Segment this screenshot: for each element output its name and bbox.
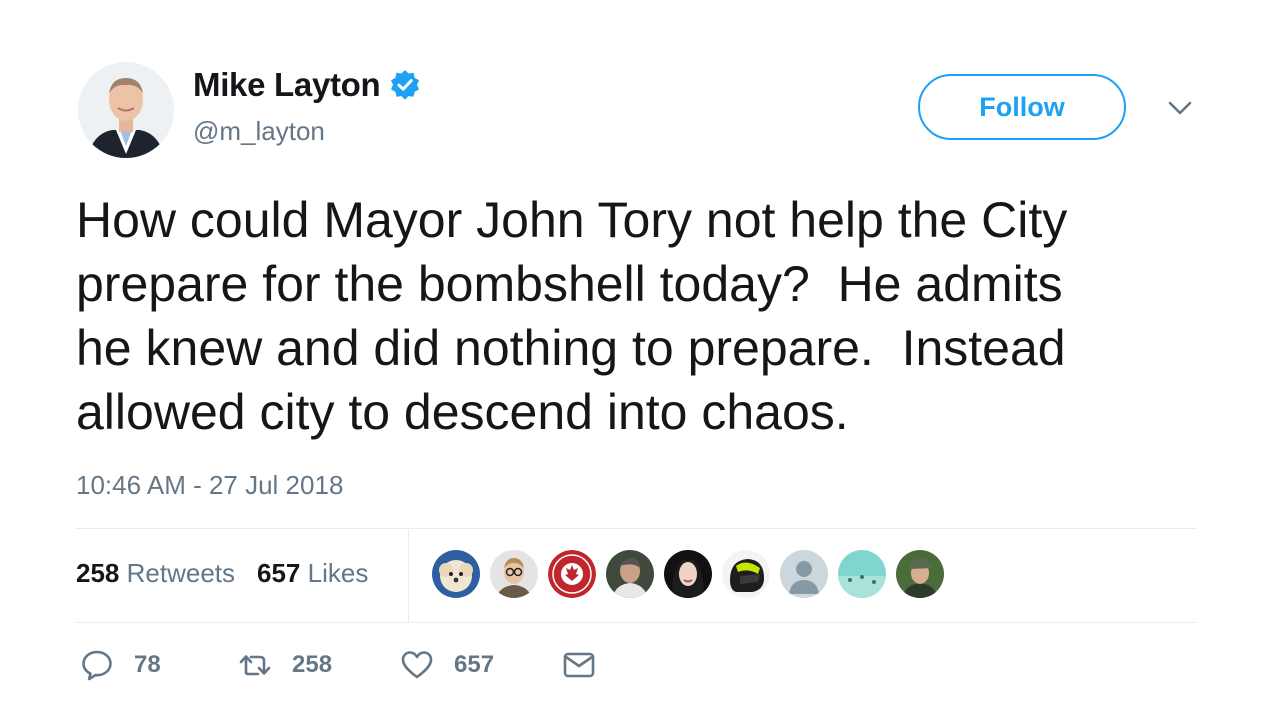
proudly-canadian-badge-avatar[interactable] [548,550,596,598]
direct-message-action[interactable] [562,648,616,682]
dog-avatar[interactable] [432,550,480,598]
likes-count: 657 [257,558,301,588]
retweet-count: 258 [292,651,333,678]
retweets-stat[interactable]: 258 Retweets [76,558,235,589]
retweet-icon [239,655,271,676]
author-avatar[interactable] [78,62,174,158]
author-avatar-image [78,62,174,158]
like-count: 657 [454,651,495,678]
author-handle[interactable]: @m_layton [193,116,325,147]
tweet-actions: 78 258 657 [80,648,616,682]
chevron-down-icon[interactable] [1166,96,1194,120]
cap-man-avatar[interactable] [896,550,944,598]
tweet-timestamp[interactable]: 10:46 AM - 27 Jul 2018 [76,470,343,501]
verified-badge-icon [389,69,421,101]
author-name[interactable]: Mike Layton [193,66,381,104]
heart-icon [401,651,433,679]
likes-label: Likes [307,558,369,588]
actions-top-divider [76,622,1196,623]
author-name-row: Mike Layton [193,66,421,104]
tweet-text: How could Mayor John Tory not help the C… [76,192,1068,440]
reply-icon [82,650,112,681]
retweets-label: Retweets [126,558,236,588]
woman-avatar[interactable] [664,550,712,598]
retweet-action[interactable]: 258 [238,648,400,682]
tweet-stats: 258 Retweets 657 Likes [76,558,390,589]
liker-avatars [432,550,954,598]
man-avatar[interactable] [606,550,654,598]
retweets-count: 258 [76,558,120,588]
like-action[interactable]: 657 [400,648,562,682]
envelope-icon [563,652,595,678]
stats-vertical-divider [408,530,409,622]
stats-top-divider [76,528,1196,529]
follow-button[interactable]: Follow [918,74,1126,140]
glasses-man-avatar[interactable] [490,550,538,598]
helmet-avatar[interactable] [722,550,770,598]
reply-action[interactable]: 78 [80,648,238,682]
default-avatar[interactable] [780,550,828,598]
reply-count: 78 [134,651,161,678]
likes-stat[interactable]: 657 Likes [257,558,368,589]
beach-avatar[interactable] [838,550,886,598]
